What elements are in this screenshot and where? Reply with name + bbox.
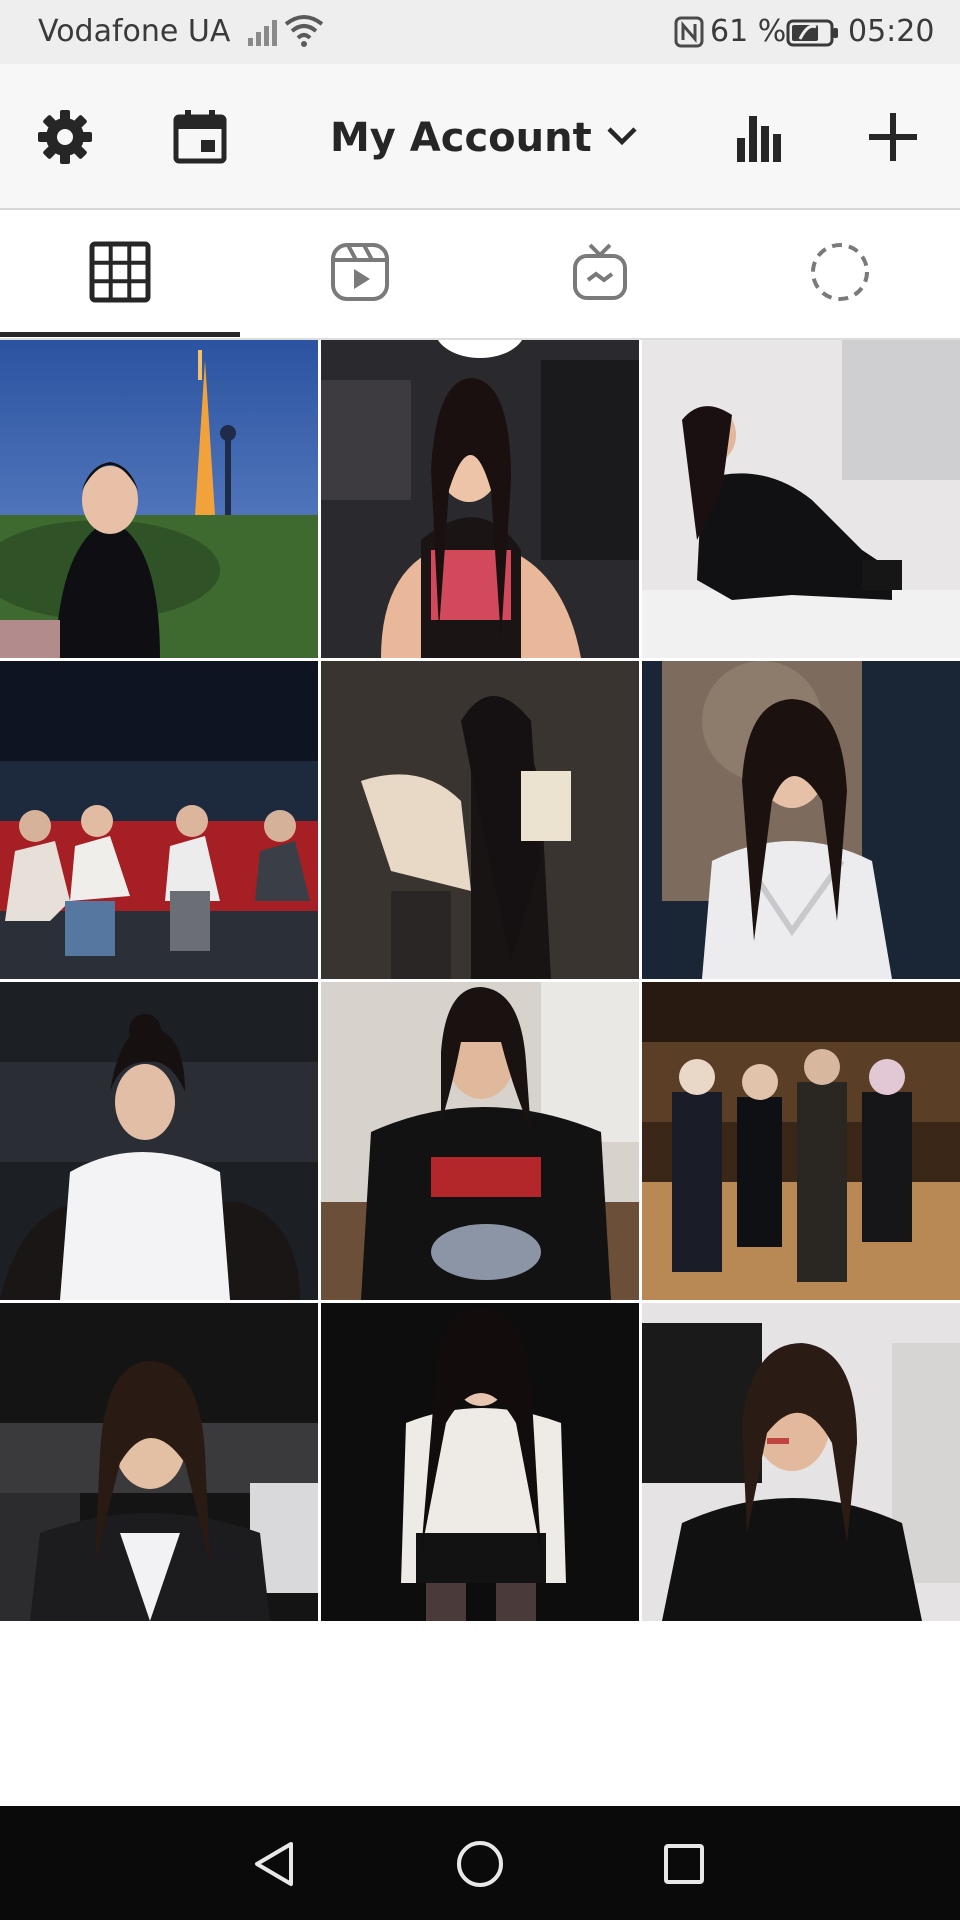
photo-tile[interactable] bbox=[642, 661, 960, 979]
igtv-icon bbox=[572, 242, 628, 306]
tab-stories[interactable] bbox=[720, 210, 960, 338]
app-header: My Account bbox=[0, 64, 960, 210]
recents-square-icon[interactable] bbox=[654, 1834, 714, 1894]
photo-car-red-top bbox=[321, 340, 639, 658]
photo-tile[interactable] bbox=[642, 340, 960, 658]
photo-tile[interactable] bbox=[642, 982, 960, 1300]
signal-icon bbox=[246, 18, 280, 50]
bar-chart-icon[interactable] bbox=[725, 102, 795, 172]
home-circle-icon[interactable] bbox=[450, 1834, 510, 1894]
status-bar: Vodafone UA 61 % 05:20 bbox=[0, 0, 960, 64]
photo-tile[interactable] bbox=[321, 661, 639, 979]
page-title: My Account bbox=[330, 115, 592, 161]
wifi-icon bbox=[284, 14, 324, 52]
photo-grid bbox=[0, 340, 960, 1621]
photo-tile[interactable] bbox=[642, 1303, 960, 1621]
photo-tile[interactable] bbox=[321, 340, 639, 658]
photo-vintage-brown bbox=[321, 661, 639, 979]
photo-tile[interactable] bbox=[0, 661, 318, 979]
tab-reels[interactable] bbox=[240, 210, 480, 338]
photo-dark-fishnets bbox=[321, 1303, 639, 1621]
account-switcher[interactable]: My Account bbox=[330, 110, 638, 166]
tab-grid[interactable] bbox=[0, 210, 240, 338]
plus-icon[interactable] bbox=[858, 102, 928, 172]
gear-icon[interactable] bbox=[30, 102, 100, 172]
battery-saver-icon bbox=[786, 19, 840, 51]
tab-igtv[interactable] bbox=[480, 210, 720, 338]
battery-percent: 61 % bbox=[710, 14, 787, 49]
photo-concert-hall-group bbox=[642, 982, 960, 1300]
grid-icon bbox=[89, 241, 151, 307]
profile-tabs bbox=[0, 210, 960, 340]
photo-group-theater bbox=[0, 661, 318, 979]
photo-tile[interactable] bbox=[0, 340, 318, 658]
chevron-down-icon bbox=[606, 125, 638, 151]
calendar-icon[interactable] bbox=[165, 102, 235, 172]
photo-graphic-tee bbox=[321, 982, 639, 1300]
photo-tile[interactable] bbox=[0, 1303, 318, 1621]
photo-tile[interactable] bbox=[321, 1303, 639, 1621]
photo-gallery-white-jacket bbox=[642, 661, 960, 979]
reels-icon bbox=[330, 242, 390, 306]
nfc-icon bbox=[674, 16, 704, 52]
back-triangle-icon[interactable] bbox=[244, 1834, 304, 1894]
story-icon bbox=[809, 241, 871, 307]
photo-leather-jacket bbox=[0, 1303, 318, 1621]
tab-selected-indicator bbox=[0, 332, 240, 337]
photo-night-white-shirt bbox=[0, 982, 318, 1300]
clock: 05:20 bbox=[848, 14, 935, 49]
photo-white-studio-black-dress bbox=[642, 340, 960, 658]
photo-paris-eiffel-tower bbox=[0, 340, 318, 658]
photo-car-interior-eyes-closed bbox=[642, 1303, 960, 1621]
system-nav-bar bbox=[0, 1806, 960, 1920]
photo-tile[interactable] bbox=[0, 982, 318, 1300]
photo-tile[interactable] bbox=[321, 982, 639, 1300]
carrier-name: Vodafone UA bbox=[38, 14, 231, 49]
